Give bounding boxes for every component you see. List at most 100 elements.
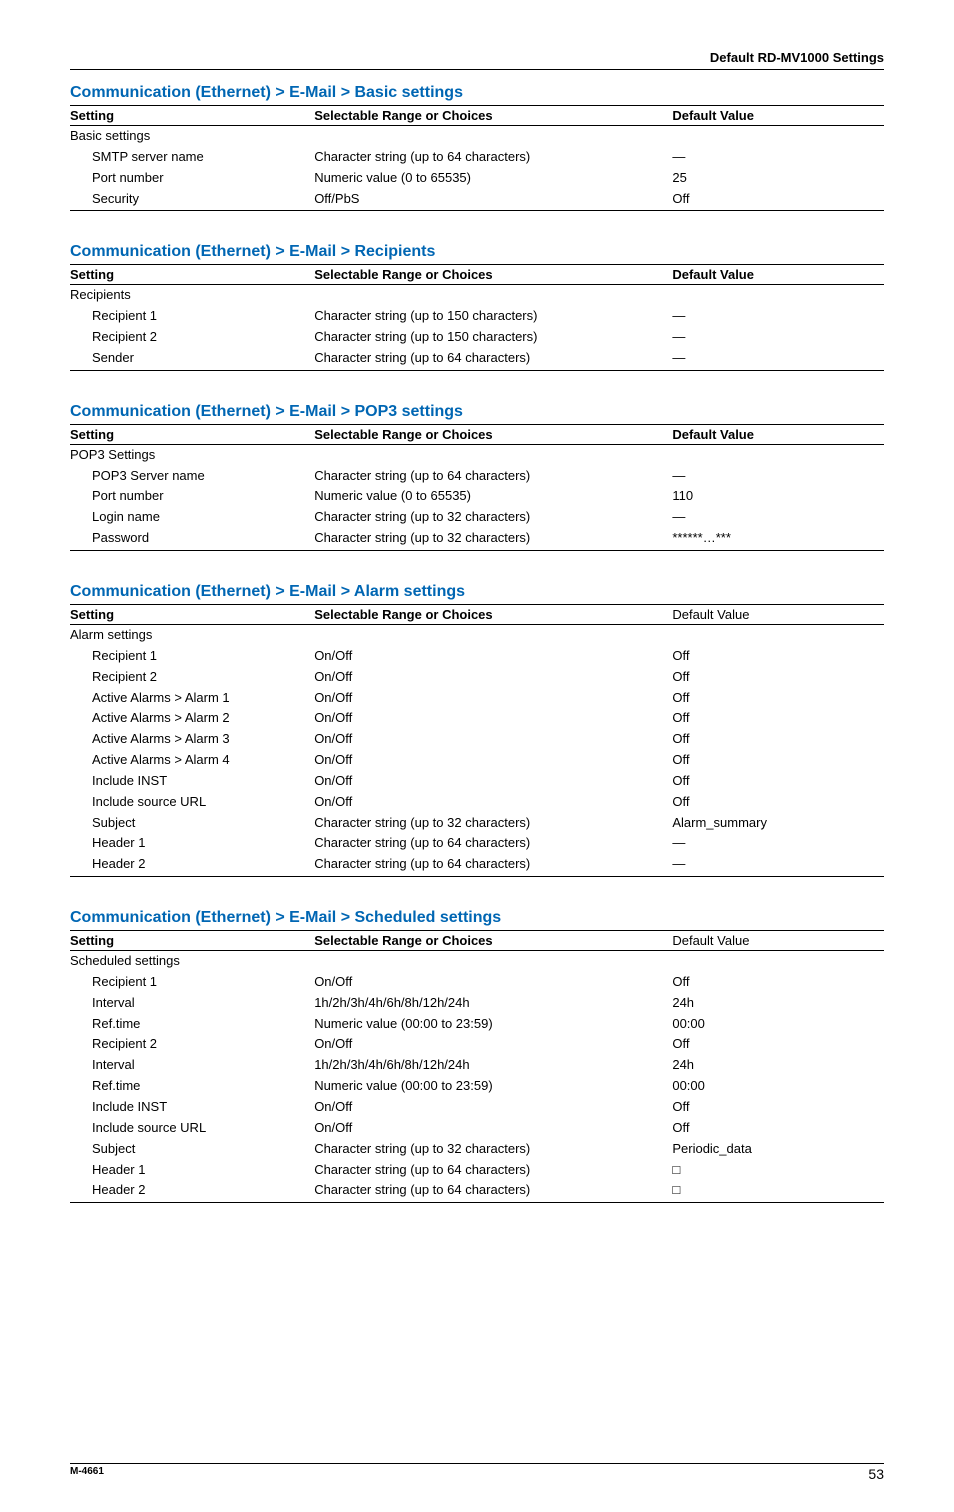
range-cell: On/Off bbox=[314, 972, 672, 993]
section-title: Communication (Ethernet) > E-Mail > Sche… bbox=[70, 909, 884, 928]
range-cell: Off/PbS bbox=[314, 189, 672, 211]
setting-cell: Login name bbox=[70, 507, 314, 528]
table-row: SecurityOff/PbSOff bbox=[70, 189, 884, 211]
range-cell bbox=[314, 126, 672, 147]
range-cell: Character string (up to 64 characters) bbox=[314, 466, 672, 487]
table-row: Port numberNumeric value (0 to 65535)25 bbox=[70, 168, 884, 189]
setting-cell: Port number bbox=[70, 486, 314, 507]
table-row: SMTP server nameCharacter string (up to … bbox=[70, 147, 884, 168]
table-header: Setting bbox=[70, 106, 314, 126]
default-cell: Alarm_summary bbox=[672, 813, 884, 834]
table-header: Selectable Range or Choices bbox=[314, 424, 672, 444]
setting-cell: Recipient 2 bbox=[70, 327, 314, 348]
range-cell: Character string (up to 150 characters) bbox=[314, 306, 672, 327]
range-cell bbox=[314, 951, 672, 972]
table-row: Ref.timeNumeric value (00:00 to 23:59)00… bbox=[70, 1014, 884, 1035]
range-cell: Character string (up to 32 characters) bbox=[314, 1139, 672, 1160]
table-header: Selectable Range or Choices bbox=[314, 931, 672, 951]
setting-cell: Scheduled settings bbox=[70, 951, 314, 972]
range-cell: On/Off bbox=[314, 1118, 672, 1139]
range-cell: Character string (up to 32 characters) bbox=[314, 813, 672, 834]
table-row: Include INSTOn/OffOff bbox=[70, 1097, 884, 1118]
table-row: Header 1Character string (up to 64 chara… bbox=[70, 1160, 884, 1181]
default-cell: Periodic_data bbox=[672, 1139, 884, 1160]
table-row: SenderCharacter string (up to 64 charact… bbox=[70, 348, 884, 370]
setting-cell: Port number bbox=[70, 168, 314, 189]
table-header: Selectable Range or Choices bbox=[314, 265, 672, 285]
setting-cell: Header 2 bbox=[70, 854, 314, 876]
table-row: SubjectCharacter string (up to 32 charac… bbox=[70, 1139, 884, 1160]
table-row: Include INSTOn/OffOff bbox=[70, 771, 884, 792]
setting-cell: Active Alarms > Alarm 1 bbox=[70, 688, 314, 709]
setting-cell: Security bbox=[70, 189, 314, 211]
default-cell: ******…*** bbox=[672, 528, 884, 550]
setting-cell: Active Alarms > Alarm 3 bbox=[70, 729, 314, 750]
page-header: Default RD-MV1000 Settings bbox=[70, 50, 884, 70]
setting-cell: Ref.time bbox=[70, 1076, 314, 1097]
setting-cell: Active Alarms > Alarm 4 bbox=[70, 750, 314, 771]
settings-table: SettingSelectable Range or ChoicesDefaul… bbox=[70, 264, 884, 370]
table-row: Active Alarms > Alarm 3On/OffOff bbox=[70, 729, 884, 750]
default-cell: — bbox=[672, 348, 884, 370]
range-cell: Numeric value (0 to 65535) bbox=[314, 486, 672, 507]
setting-cell: Sender bbox=[70, 348, 314, 370]
range-cell: On/Off bbox=[314, 729, 672, 750]
default-cell bbox=[672, 624, 884, 645]
setting-cell: Recipient 2 bbox=[70, 1034, 314, 1055]
section-title: Communication (Ethernet) > E-Mail > Basi… bbox=[70, 84, 884, 103]
table-header: Default Value bbox=[672, 424, 884, 444]
table-header: Default Value bbox=[672, 265, 884, 285]
default-cell: 24h bbox=[672, 993, 884, 1014]
range-cell: Numeric value (0 to 65535) bbox=[314, 168, 672, 189]
table-row: POP3 Server nameCharacter string (up to … bbox=[70, 466, 884, 487]
table-row: Include source URLOn/OffOff bbox=[70, 792, 884, 813]
table-row: Interval1h/2h/3h/4h/6h/8h/12h/24h24h bbox=[70, 1055, 884, 1076]
range-cell: On/Off bbox=[314, 771, 672, 792]
doc-id: M-4661 bbox=[70, 1466, 104, 1482]
page-footer: M-4661 53 bbox=[70, 1463, 884, 1482]
table-row: Basic settings bbox=[70, 126, 884, 147]
section-title: Communication (Ethernet) > E-Mail > Alar… bbox=[70, 583, 884, 602]
setting-cell: Subject bbox=[70, 1139, 314, 1160]
range-cell: 1h/2h/3h/4h/6h/8h/12h/24h bbox=[314, 993, 672, 1014]
setting-cell: Ref.time bbox=[70, 1014, 314, 1035]
default-cell: Off bbox=[672, 646, 884, 667]
settings-section: Communication (Ethernet) > E-Mail > Sche… bbox=[70, 909, 884, 1203]
table-header: Default Value bbox=[672, 604, 884, 624]
table-row: Header 2Character string (up to 64 chara… bbox=[70, 854, 884, 876]
setting-cell: Include INST bbox=[70, 771, 314, 792]
range-cell: 1h/2h/3h/4h/6h/8h/12h/24h bbox=[314, 1055, 672, 1076]
setting-cell: POP3 Settings bbox=[70, 444, 314, 465]
range-cell: Character string (up to 64 characters) bbox=[314, 1180, 672, 1202]
default-cell: Off bbox=[672, 771, 884, 792]
table-row: Recipients bbox=[70, 285, 884, 306]
setting-cell: POP3 Server name bbox=[70, 466, 314, 487]
table-row: Scheduled settings bbox=[70, 951, 884, 972]
default-cell: 25 bbox=[672, 168, 884, 189]
table-row: Header 1Character string (up to 64 chara… bbox=[70, 833, 884, 854]
setting-cell: Recipient 1 bbox=[70, 972, 314, 993]
default-cell: Off bbox=[672, 729, 884, 750]
setting-cell: Header 1 bbox=[70, 1160, 314, 1181]
default-cell: Off bbox=[672, 1097, 884, 1118]
table-row: Recipient 2Character string (up to 150 c… bbox=[70, 327, 884, 348]
table-row: SubjectCharacter string (up to 32 charac… bbox=[70, 813, 884, 834]
default-cell bbox=[672, 951, 884, 972]
table-header: Setting bbox=[70, 265, 314, 285]
range-cell: On/Off bbox=[314, 1097, 672, 1118]
default-cell: — bbox=[672, 854, 884, 876]
setting-cell: Recipients bbox=[70, 285, 314, 306]
default-cell: — bbox=[672, 327, 884, 348]
table-row: Recipient 1On/OffOff bbox=[70, 972, 884, 993]
table-row: Recipient 2On/OffOff bbox=[70, 667, 884, 688]
section-title: Communication (Ethernet) > E-Mail > POP3… bbox=[70, 403, 884, 422]
range-cell: Numeric value (00:00 to 23:59) bbox=[314, 1076, 672, 1097]
table-header: Default Value bbox=[672, 106, 884, 126]
table-row: POP3 Settings bbox=[70, 444, 884, 465]
table-row: Login nameCharacter string (up to 32 cha… bbox=[70, 507, 884, 528]
table-header: Setting bbox=[70, 424, 314, 444]
settings-section: Communication (Ethernet) > E-Mail > POP3… bbox=[70, 403, 884, 551]
table-row: Ref.timeNumeric value (00:00 to 23:59)00… bbox=[70, 1076, 884, 1097]
table-row: Active Alarms > Alarm 2On/OffOff bbox=[70, 708, 884, 729]
default-cell: 24h bbox=[672, 1055, 884, 1076]
